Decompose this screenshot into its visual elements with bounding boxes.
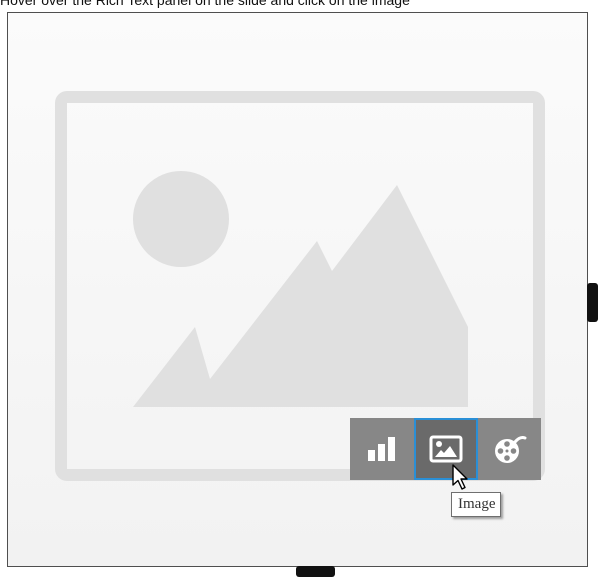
instruction-text: Hover over the Rich Text panel on the sl… — [0, 0, 410, 8]
mouse-cursor-icon — [452, 464, 468, 490]
image-icon — [429, 435, 463, 463]
screenshot-root: Hover over the Rich Text panel on the sl… — [0, 0, 599, 580]
resize-handle-bottom[interactable] — [296, 566, 335, 577]
media-insert-toolbar — [350, 418, 541, 480]
video-reel-icon — [494, 436, 526, 463]
image-tooltip: Image — [451, 492, 502, 517]
resize-handle-right[interactable] — [587, 283, 598, 322]
bar-chart-icon — [368, 437, 395, 461]
insert-chart-button[interactable] — [350, 418, 414, 480]
insert-video-button[interactable] — [478, 418, 541, 480]
